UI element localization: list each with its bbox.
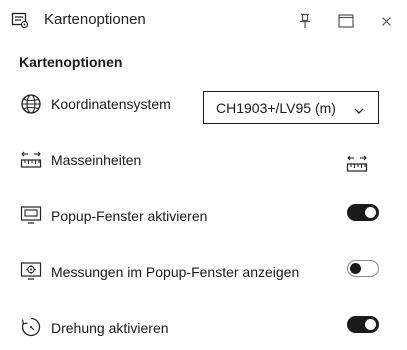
popup-label: Popup-Fenster aktivieren [51, 208, 208, 224]
chevron-down-icon [354, 103, 364, 114]
window-title: Kartenoptionen [44, 11, 146, 28]
pin-icon[interactable] [294, 10, 316, 32]
measure-settings-icon [19, 259, 43, 283]
units-ruler-icon[interactable] [345, 152, 369, 176]
measurements-popup-label: Messungen im Popup-Fenster anzeigen [51, 264, 300, 280]
rotate-icon [19, 315, 43, 339]
coordinate-system-value: CH1903+/LV95 (m) [216, 100, 336, 116]
measurements-popup-row: Messungen im Popup-Fenster anzeigen [0, 252, 407, 292]
popup-window-icon [19, 203, 43, 227]
coordinate-system-label: Koordinatensystem [51, 96, 171, 112]
toggle-knob [365, 319, 376, 330]
toggle-knob [350, 263, 361, 274]
title-bar: Kartenoptionen [0, 0, 407, 42]
coordinate-system-select[interactable]: CH1903+/LV95 (m) [203, 91, 379, 124]
measurements-popup-toggle[interactable] [347, 260, 379, 277]
globe-icon [19, 92, 43, 116]
section-title: Kartenoptionen [19, 54, 123, 70]
map-options-icon [11, 11, 29, 29]
ruler-icon [19, 148, 43, 172]
rotation-row: Drehung aktivieren [0, 308, 407, 348]
maximize-icon[interactable] [335, 10, 357, 32]
toggle-knob [365, 207, 376, 218]
rotation-toggle[interactable] [347, 316, 379, 333]
close-icon[interactable] [375, 10, 397, 32]
popup-toggle[interactable] [347, 204, 379, 221]
popup-row: Popup-Fenster aktivieren [0, 196, 407, 236]
units-label: Masseinheiten [51, 152, 142, 168]
rotation-label: Drehung aktivieren [51, 320, 169, 336]
